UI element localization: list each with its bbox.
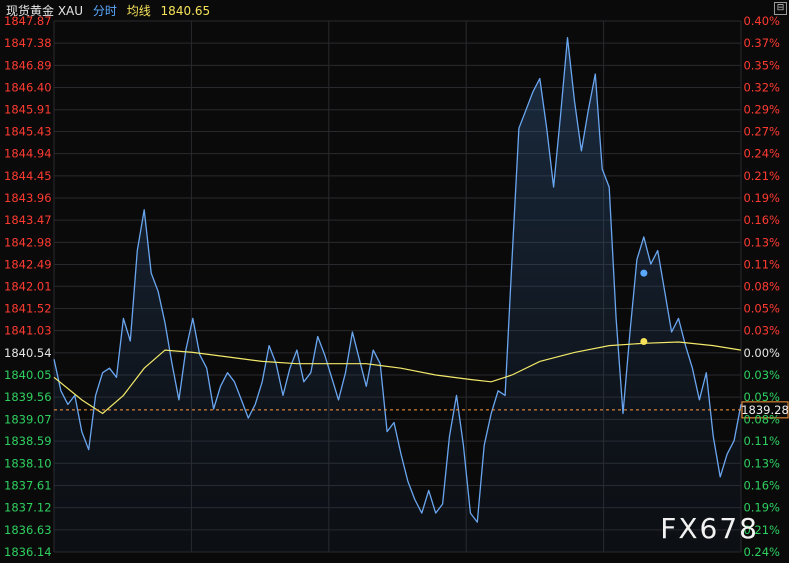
price-tick-label: 1842.98 xyxy=(4,235,52,249)
instrument-title: 现货黄金 XAU xyxy=(6,4,84,18)
percent-tick-label: 0.21% xyxy=(743,169,780,183)
percent-tick-label: 0.03% xyxy=(743,368,780,382)
price-tick-label: 1846.40 xyxy=(4,81,52,95)
price-tick-label: 1840.54 xyxy=(4,346,52,360)
price-tick-label: 1837.12 xyxy=(4,501,52,515)
intraday-chart[interactable]: 1839.28 1847.871847.381846.891846.401845… xyxy=(0,0,789,563)
percent-tick-label: 0.19% xyxy=(743,191,780,205)
price-tick-label: 1843.47 xyxy=(4,213,52,227)
price-tick-label: 1845.43 xyxy=(4,124,52,138)
price-tick-label: 1837.61 xyxy=(4,478,52,492)
price-marker-dot xyxy=(640,269,648,277)
price-tick-label: 1846.89 xyxy=(4,58,52,72)
chart-stage: 1839.28 1847.87 1847.38 1846.89 1846.40 1845… xyxy=(0,0,789,563)
price-tick-label: 1839.56 xyxy=(4,390,52,404)
price-area-fill xyxy=(54,37,741,552)
price-tick-label: 1843.96 xyxy=(4,191,52,205)
percent-tick-label: 0.05% xyxy=(743,390,780,404)
percent-tick-label: 0.00% xyxy=(743,346,780,360)
percent-tick-label: 0.03% xyxy=(743,324,780,338)
price-tick-label: 1841.52 xyxy=(4,301,52,315)
price-tick-label: 1842.01 xyxy=(4,279,52,293)
price-tick-label: 1845.91 xyxy=(4,103,52,117)
percent-tick-label: 0.08% xyxy=(743,412,780,426)
percent-tick-label: 0.11% xyxy=(743,258,780,272)
price-tick-label: 1839.07 xyxy=(4,412,52,426)
price-area xyxy=(54,37,741,552)
percent-tick-label: 0.13% xyxy=(743,235,780,249)
average-marker-dot xyxy=(640,338,648,346)
percent-tick-label: 0.05% xyxy=(743,301,780,315)
right-percent-axis: 0.40% 0.37% 0.35% 0.32% 0.29% 0.27% 0.24% 0.21%… xyxy=(743,14,780,559)
percent-tick-label: 0.29% xyxy=(743,103,780,117)
percent-tick-label: 0.16% xyxy=(743,478,780,492)
price-tick-label: 1840.05 xyxy=(4,368,52,382)
collapse-icon[interactable]: ⊟ xyxy=(774,2,787,15)
percent-tick-label: 0.11% xyxy=(743,434,780,448)
price-tick-label: 1838.59 xyxy=(4,434,52,448)
watermark-logo: FX678 xyxy=(660,512,759,545)
percent-tick-label: 0.24% xyxy=(743,545,780,559)
percent-tick-label: 0.37% xyxy=(743,36,780,50)
average-line-value: 1840.65 xyxy=(160,4,211,18)
price-tick-label: 1841.03 xyxy=(4,324,52,338)
percent-tick-label: 0.40% xyxy=(743,14,780,28)
percent-tick-label: 0.13% xyxy=(743,456,780,470)
percent-tick-label: 0.24% xyxy=(743,147,780,161)
price-tick-label: 1836.63 xyxy=(4,523,52,537)
chart-header: 现货黄金 XAU 分时 均线 1840.65 xyxy=(6,3,216,19)
percent-tick-label: 0.16% xyxy=(743,213,780,227)
price-tick-label: 1838.10 xyxy=(4,456,52,470)
percent-tick-label: 0.27% xyxy=(743,124,780,138)
price-tick-label: 1836.14 xyxy=(4,545,52,559)
price-tick-label: 1847.38 xyxy=(4,36,52,50)
percent-tick-label: 0.32% xyxy=(743,81,780,95)
price-tick-label: 1844.94 xyxy=(4,147,52,161)
left-price-axis: 1847.871847.381846.891846.401845.911845.… xyxy=(4,14,52,559)
price-tick-label: 1842.49 xyxy=(4,258,52,272)
tab-intraday[interactable]: 分时 xyxy=(93,4,117,18)
price-tick-label: 1844.45 xyxy=(4,169,52,183)
average-line-label: 均线 xyxy=(126,4,151,18)
percent-tick-label: 0.08% xyxy=(743,279,780,293)
percent-tick-label: 0.35% xyxy=(743,58,780,72)
